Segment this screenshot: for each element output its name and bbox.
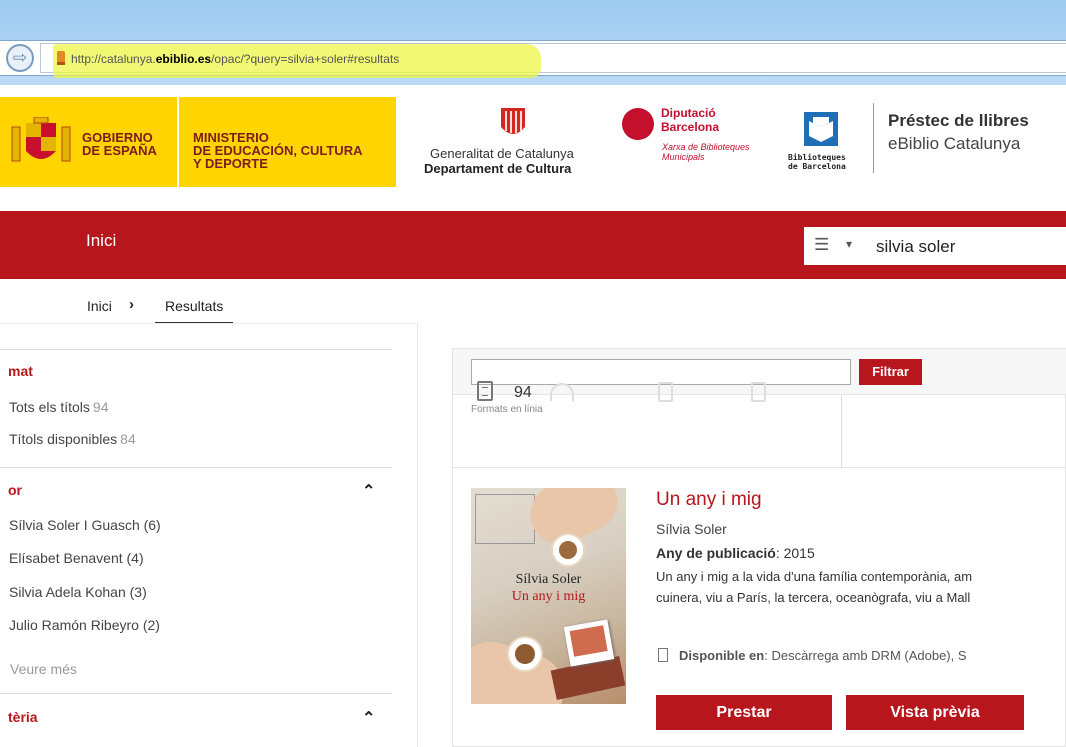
gobierno-line: DE ESPAÑA [82, 143, 157, 158]
url-field[interactable]: http://catalunya.ebiblio.es/opac/?query=… [40, 43, 1066, 78]
facet-item-label: Títols disponibles [9, 431, 118, 447]
generalitat-icon[interactable] [500, 107, 526, 139]
logo-divider [177, 97, 179, 187]
book-author: Sílvia Soler [656, 521, 727, 537]
breadcrumb: Inici › Resultats [0, 279, 1066, 324]
book-title-link[interactable]: Un any i mig [656, 489, 762, 511]
book-description: Un any i mig a la vida d'una família con… [656, 569, 973, 584]
filter-button[interactable]: Filtrar [859, 359, 922, 385]
ministerio-line: Y DEPORTE [193, 156, 268, 171]
formats-label: Formats en línia [471, 404, 543, 415]
facet-divider [0, 693, 392, 694]
results-panel: Filtrar Formats en línia 94 Sílvia Soler… [452, 348, 1066, 747]
cover-art [551, 533, 585, 567]
diputacio-name: Barcelona [661, 120, 720, 134]
logos-band: GOBIERNO DE ESPAÑA MINISTERIO DE EDUCACI… [0, 85, 1066, 195]
chevron-right-icon: › [129, 296, 134, 313]
preview-button[interactable]: Vista prèvia [846, 695, 1024, 730]
chevron-up-icon[interactable]: ⌃ [362, 481, 375, 501]
url-suffix: /opac/?query=silvia+soler#resultats [211, 52, 400, 66]
chevron-up-icon[interactable]: ⌃ [362, 708, 375, 728]
facet-divider [0, 349, 392, 350]
back-button[interactable]: ⇨ [6, 44, 34, 72]
cover-art [475, 494, 535, 544]
facet-title-author: or [8, 482, 22, 498]
breadcrumb-home-link[interactable]: Inici [87, 298, 112, 314]
facet-divider [0, 467, 392, 468]
facet-item[interactable]: Elísabet Benavent (4) [9, 550, 144, 566]
biblioteques-name: Biblioteques [788, 153, 846, 162]
nav-home-link[interactable]: Inici [86, 231, 116, 251]
video-icon[interactable] [658, 382, 673, 402]
format-tabs [453, 395, 1066, 468]
facet-item-count: 94 [92, 399, 109, 415]
site-title: Préstec de llibres [888, 111, 1029, 130]
coat-of-arms-icon [11, 117, 71, 162]
facet-sidebar: mat Tots els títols 94 Títols disponibles… [0, 323, 418, 747]
search-input[interactable] [876, 236, 1061, 258]
url-prefix: http://catalunya. [71, 52, 156, 66]
book-year: Any de publicació: 2015 [656, 545, 815, 561]
browser-window: ⇨ http://catalunya.ebiblio.es/opac/?quer… [0, 0, 1066, 747]
availability-value: : Descàrrega amb DRM (Adobe), S [764, 648, 967, 663]
book-cover[interactable]: Sílvia Soler Un any i mig [471, 488, 626, 704]
facet-item[interactable]: Silvia Adela Kohan (3) [9, 584, 147, 600]
browser-chrome: ⇨ http://catalunya.ebiblio.es/opac/?quer… [0, 0, 1066, 85]
ministerio-text: MINISTERIO DE EDUCACIÓN, CULTURA Y DEPOR… [193, 131, 362, 170]
main-nav: Inici ☰ ▾ [0, 211, 1066, 279]
url-text[interactable]: http://catalunya.ebiblio.es/opac/?query=… [71, 52, 399, 66]
ebook-icon[interactable] [477, 381, 493, 401]
book-year-label: Any de publicació [656, 545, 776, 561]
address-bar: ⇨ http://catalunya.ebiblio.es/opac/?quer… [0, 40, 1066, 78]
facet-item-count: 84 [120, 431, 136, 447]
clipboard-icon[interactable] [751, 382, 766, 402]
facet-title-subject: tèria [8, 709, 38, 725]
facet-item-label: Tots els títols [9, 399, 90, 415]
list-icon[interactable]: ☰ [814, 235, 829, 255]
biblioteques-name: de Barcelona [788, 162, 846, 171]
facet-item[interactable]: Sílvia Soler I Guasch (6) [9, 517, 161, 533]
diputacio-subtitle: Xarxa de Biblioteques [662, 142, 750, 152]
departament-name: Departament de Cultura [424, 161, 572, 176]
diputacio-icon[interactable] [622, 108, 654, 140]
book-description: cuinera, viu a París, la tercera, oceanò… [656, 590, 971, 605]
cover-art [563, 619, 615, 667]
diputacio-name: Diputació [661, 106, 716, 120]
url-domain: ebiblio.es [155, 52, 212, 66]
generalitat-name: Generalitat de Catalunya [430, 146, 574, 161]
facet-item[interactable]: Tots els títols 94 [9, 399, 109, 415]
site-subtitle: eBiblio Catalunya [888, 134, 1021, 153]
gobierno-text: GOBIERNO DE ESPAÑA [82, 131, 157, 157]
format-divider [841, 395, 842, 468]
cover-author: Sílvia Soler [515, 572, 582, 587]
headphones-icon[interactable] [550, 383, 574, 401]
cover-title: Un any i mig [511, 589, 586, 604]
chevron-down-icon[interactable]: ▾ [846, 237, 852, 251]
availability-label: Disponible en [679, 648, 765, 663]
site-icon [57, 51, 65, 65]
facet-item[interactable]: Julio Ramón Ribeyro (2) [9, 617, 160, 633]
diputacio-subtitle: Municipals [662, 152, 705, 162]
book-availability: Disponible en: Descàrrega amb DRM (Adobe… [679, 648, 967, 663]
biblioteques-icon[interactable] [804, 112, 838, 146]
search-box: ☰ ▾ [804, 227, 1066, 265]
ebook-count: 94 [514, 384, 532, 401]
logo-divider [873, 103, 874, 173]
book-year-value: : 2015 [775, 545, 815, 561]
show-more-link[interactable]: Veure més [10, 661, 77, 677]
facet-title-format: mat [8, 363, 33, 379]
document-icon [658, 648, 668, 662]
breadcrumb-current: Resultats [155, 298, 234, 324]
gobierno-logo[interactable]: GOBIERNO DE ESPAÑA MINISTERIO DE EDUCACI… [0, 97, 396, 187]
cover-art [507, 636, 543, 672]
borrow-button[interactable]: Prestar [656, 695, 832, 730]
facet-item[interactable]: Títols disponibles 84 [9, 431, 136, 447]
